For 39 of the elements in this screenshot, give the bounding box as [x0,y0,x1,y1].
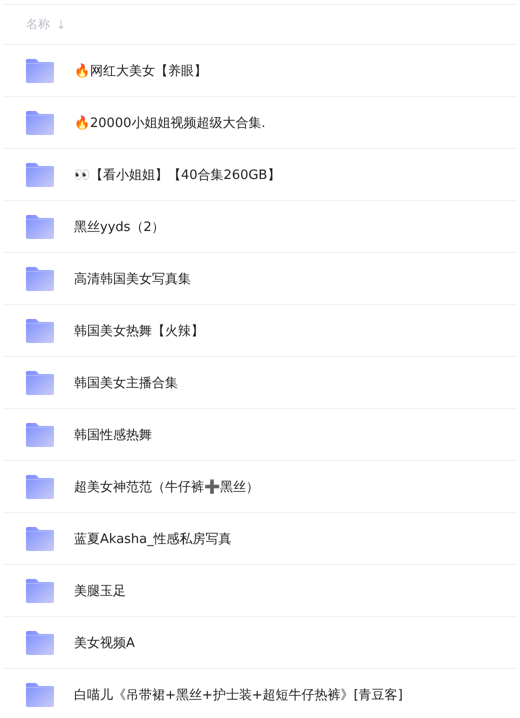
folder-name: 高清韩国美女写真集 [74,270,191,288]
folder-icon [26,630,54,654]
folder-icon [26,162,54,186]
folder-row[interactable]: 超美女神范范（牛仔裤➕黑丝） [3,460,517,512]
folder-name: 韩国性感热舞 [74,426,152,444]
folder-row[interactable]: 美女视频A [3,616,517,668]
folder-row[interactable]: 蓝夏Akasha_性感私房写真 [3,512,517,564]
folder-icon [26,370,54,394]
folder-name: 黑丝yyds（2） [74,218,165,236]
folder-icon [26,214,54,238]
folder-row[interactable]: 🔥网红大美女【养眼】 [3,44,517,96]
folder-icon [26,526,54,550]
folder-icon [26,58,54,82]
folder-icon [26,578,54,602]
folder-name: 🔥20000小姐姐视频超级大合集. [74,114,266,132]
folder-name: 👀【看小姐姐】【40合集260GB】 [74,166,280,184]
folder-row[interactable]: 高清韩国美女写真集 [3,252,517,304]
folder-row[interactable]: 黑丝yyds（2） [3,200,517,252]
folder-name: 超美女神范范（牛仔裤➕黑丝） [74,478,259,496]
folder-name: 白喵儿《吊带裙+黑丝+护士装+超短牛仔热裤》[青豆客] [74,686,403,704]
folder-row[interactable]: 美腿玉足 [3,564,517,616]
folder-icon [26,110,54,134]
folder-name: 韩国美女主播合集 [74,374,178,392]
folder-row[interactable]: 韩国美女主播合集 [3,356,517,408]
folder-row[interactable]: 韩国美女热舞【火辣】 [3,304,517,356]
folder-row[interactable]: 🔥20000小姐姐视频超级大合集. [3,96,517,148]
folder-icon [26,422,54,446]
folder-row[interactable]: 白喵儿《吊带裙+黑丝+护士装+超短牛仔热裤》[青豆客] [3,668,517,718]
folder-icon [26,318,54,342]
folder-icon [26,682,54,706]
folder-name: 蓝夏Akasha_性感私房写真 [74,530,232,548]
folder-row[interactable]: 👀【看小姐姐】【40合集260GB】 [3,148,517,200]
folder-name: 美腿玉足 [74,582,126,600]
folder-icon [26,266,54,290]
folder-row[interactable]: 韩国性感热舞 [3,408,517,460]
folder-name: 韩国美女热舞【火辣】 [74,322,204,340]
folder-name: 美女视频A [74,634,135,652]
folder-icon [26,474,54,498]
folder-name: 🔥网红大美女【养眼】 [74,62,207,80]
